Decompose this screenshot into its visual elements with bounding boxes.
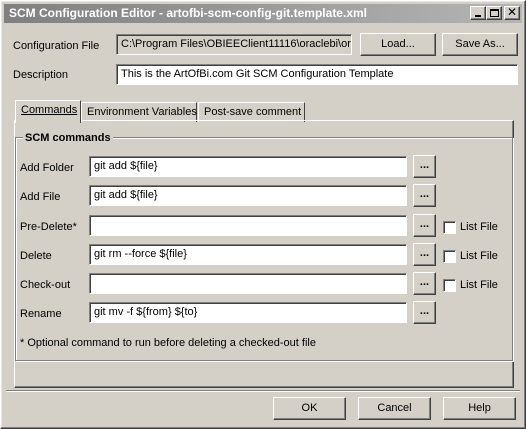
save-as-button[interactable]: Save As... — [442, 33, 518, 56]
minimize-button[interactable] — [470, 6, 486, 20]
scm-commands-group-title: SCM commands — [23, 132, 113, 144]
scm-config-editor-window: SCM Configuration Editor - artofbi-scm-c… — [0, 0, 526, 429]
check-out-label: Check-out — [20, 279, 71, 291]
check-out-input[interactable] — [89, 273, 407, 294]
config-file-field[interactable]: C:\Program Files\OBIEEClient11116\oracle… — [116, 34, 352, 55]
check-out-list-file-checkbox[interactable] — [443, 279, 456, 292]
ok-button[interactable]: OK — [273, 397, 346, 420]
check-out-list-file-label: List File — [460, 279, 498, 291]
tab-environment-variables[interactable]: Environment Variables — [81, 102, 197, 122]
rename-browse-button[interactable]: ... — [413, 301, 436, 324]
tab-environment-variables-label: Environment Variables — [87, 106, 197, 118]
config-file-label: Configuration File — [13, 40, 100, 52]
add-file-browse-button[interactable]: ... — [413, 184, 436, 207]
delete-input[interactable]: git rm --force ${file} — [89, 244, 407, 265]
close-icon: ✕ — [506, 5, 518, 19]
description-label: Description — [13, 69, 69, 81]
maximize-icon — [490, 9, 499, 17]
pre-delete-input[interactable] — [89, 215, 407, 236]
window-title: SCM Configuration Editor - artofbi-scm-c… — [9, 6, 367, 20]
footer-separator — [6, 390, 520, 392]
add-file-label: Add File — [20, 191, 61, 203]
minimize-icon — [475, 15, 481, 17]
rename-label: Rename — [20, 308, 62, 320]
add-file-input[interactable]: git add ${file} — [89, 185, 407, 206]
tab-commands[interactable]: Commands — [15, 100, 81, 123]
help-button[interactable]: Help — [443, 397, 516, 420]
pre-delete-browse-button[interactable]: ... — [413, 214, 436, 237]
close-button[interactable]: ✕ — [504, 6, 520, 20]
tab-post-save-comment[interactable]: Post-save comment — [198, 102, 305, 122]
description-field[interactable]: This is the ArtOfBi.com Git SCM Configur… — [116, 64, 518, 85]
delete-list-file-checkbox[interactable] — [443, 250, 456, 263]
check-out-browse-button[interactable]: ... — [413, 272, 436, 295]
load-button[interactable]: Load... — [360, 33, 436, 56]
delete-label: Delete — [20, 250, 52, 262]
cancel-button[interactable]: Cancel — [358, 397, 431, 420]
tab-commands-label: Commands — [21, 104, 78, 116]
rename-input[interactable]: git mv -f ${from} ${to} — [89, 302, 407, 323]
delete-list-file-label: List File — [460, 250, 498, 262]
add-folder-browse-button[interactable]: ... — [413, 155, 436, 178]
add-folder-input[interactable]: git add ${file} — [89, 156, 407, 177]
maximize-button[interactable] — [486, 6, 502, 20]
pre-delete-list-file-label: List File — [460, 221, 498, 233]
delete-browse-button[interactable]: ... — [413, 243, 436, 266]
title-bar[interactable]: SCM Configuration Editor - artofbi-scm-c… — [4, 4, 522, 23]
footnote: * Optional command to run before deletin… — [20, 337, 316, 349]
tab-post-save-comment-label: Post-save comment — [204, 106, 302, 118]
pre-delete-label: Pre-Delete* — [20, 221, 77, 233]
add-folder-label: Add Folder — [20, 162, 74, 174]
pre-delete-list-file-checkbox[interactable] — [443, 221, 456, 234]
